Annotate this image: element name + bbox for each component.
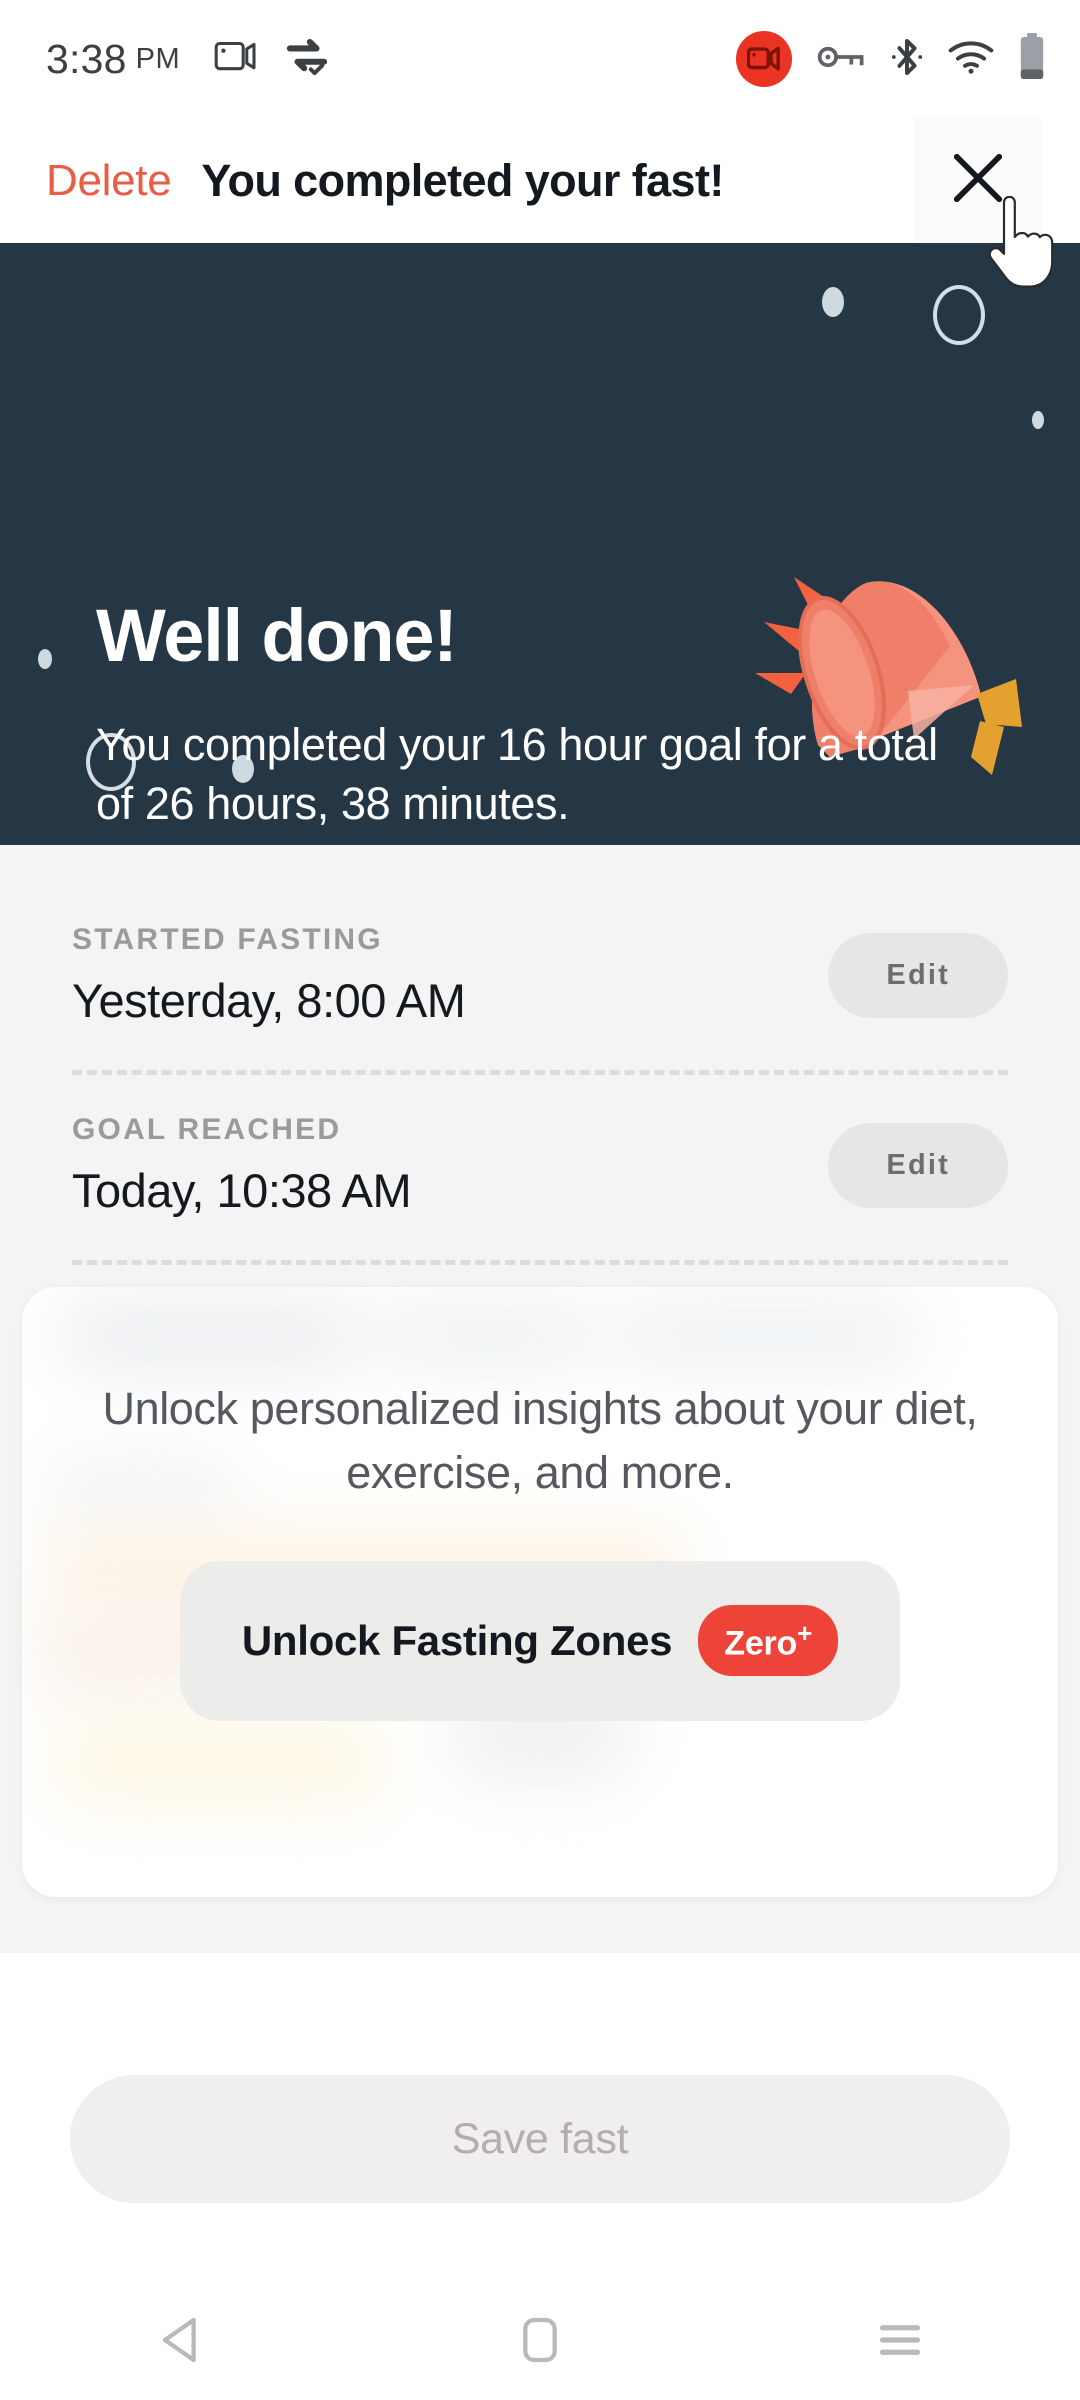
- vpn-key-icon: [816, 42, 866, 77]
- nav-recents-button[interactable]: [820, 2284, 980, 2400]
- status-bar-ampm: PM: [135, 42, 181, 75]
- promo-card-wrapper: Unlock personalized insights about your …: [0, 1265, 1080, 1953]
- wifi-icon: [948, 39, 994, 80]
- promo-description: Unlock personalized insights about your …: [102, 1383, 978, 1498]
- recents-menu-icon: [876, 2319, 924, 2366]
- nav-back-button[interactable]: [100, 2284, 260, 2400]
- detail-value: Yesterday, 8:00 AM: [72, 974, 466, 1027]
- home-square-icon: [520, 2315, 560, 2370]
- zero-plus-badge: Zero+: [698, 1605, 839, 1677]
- hero-banner: Well done! You completed your 16 hour go…: [0, 243, 1080, 845]
- fast-details-section: Started fasting Yesterday, 8:00 AM Edit …: [0, 845, 1080, 1265]
- edit-started-fasting-button[interactable]: Edit: [828, 933, 1008, 1018]
- status-bar-time: 3:38: [46, 35, 127, 82]
- app-bar: Delete You completed your fast!: [0, 118, 1080, 243]
- save-section: Save fast: [0, 1953, 1080, 2203]
- unlock-fasting-zones-button[interactable]: Unlock Fasting Zones Zero+: [180, 1560, 900, 1721]
- hero-subtext: You completed your 16 hour goal for a to…: [96, 719, 938, 830]
- screen-record-icon: [214, 39, 258, 80]
- zero-badge-label: Zero: [724, 1624, 798, 1663]
- status-bar-right-icons: [736, 31, 1046, 87]
- edit-goal-reached-button[interactable]: Edit: [828, 1123, 1008, 1208]
- detail-label: Started fasting: [72, 923, 383, 956]
- mouse-cursor: [982, 195, 1056, 293]
- detail-row-started-fasting: Started fasting Yesterday, 8:00 AM Edit: [72, 885, 1008, 1070]
- bluetooth-icon: [890, 36, 924, 83]
- detail-label: Goal reached: [72, 1113, 342, 1146]
- detail-row-goal-reached: Goal reached Today, 10:38 AM Edit: [72, 1075, 1008, 1260]
- save-fast-button[interactable]: Save fast: [70, 2075, 1010, 2203]
- hero-heading: Well done!: [96, 594, 458, 677]
- detail-value: Today, 10:38 AM: [72, 1164, 412, 1217]
- confetti-dot-icon: [38, 649, 52, 669]
- unlock-button-label: Unlock Fasting Zones: [241, 1617, 673, 1665]
- status-bar-left-icons: [214, 38, 330, 81]
- confetti-ring-icon: [933, 285, 985, 345]
- back-triangle-icon: [157, 2315, 203, 2370]
- confetti-dot-icon: [1032, 411, 1044, 429]
- nav-home-button[interactable]: [460, 2284, 620, 2400]
- delete-button[interactable]: Delete: [46, 156, 172, 206]
- android-nav-bar: [0, 2284, 1080, 2400]
- recording-badge-icon: [736, 31, 792, 87]
- data-transfer-icon: [284, 38, 330, 81]
- status-bar: 3:38 PM: [0, 0, 1080, 118]
- page-title: You completed your fast!: [201, 154, 724, 206]
- confetti-dot-icon: [822, 287, 844, 317]
- zero-badge-plus: +: [797, 1618, 813, 1649]
- battery-icon: [1018, 32, 1046, 86]
- fasting-zones-promo-card: Unlock personalized insights about your …: [22, 1287, 1058, 1897]
